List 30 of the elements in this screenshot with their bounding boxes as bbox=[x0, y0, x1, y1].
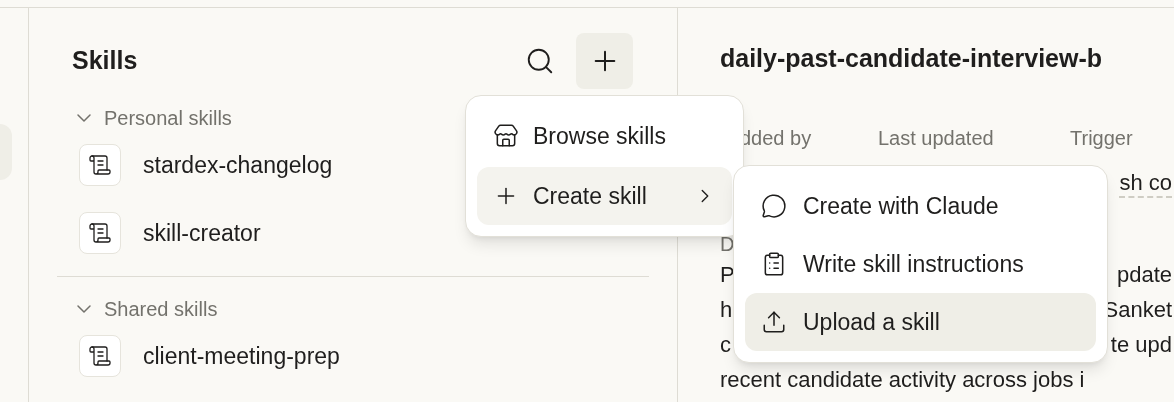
description-text: recent candidate activity across jobs i bbox=[720, 366, 1085, 394]
skill-name[interactable]: skill-creator bbox=[143, 215, 261, 251]
section-header[interactable]: Personal skills bbox=[57, 100, 232, 136]
skill-name[interactable]: stardex-changelog bbox=[143, 147, 333, 183]
scroll-icon bbox=[79, 144, 121, 186]
skill-title: daily-past-candidate-interview-b bbox=[720, 43, 1104, 74]
section-header[interactable]: Shared skills bbox=[57, 291, 218, 327]
meta-label: Last updated bbox=[878, 126, 995, 151]
add-button[interactable] bbox=[576, 33, 633, 89]
description-text: pdate bbox=[1116, 261, 1173, 289]
description-text: h bbox=[720, 296, 733, 324]
upload-icon bbox=[761, 309, 787, 335]
menu-item[interactable]: Create with Claude bbox=[745, 177, 1096, 235]
description-text: c bbox=[720, 331, 731, 359]
description-label: D bbox=[720, 232, 736, 257]
menu-item[interactable]: Browse skills bbox=[477, 107, 732, 165]
menu-item[interactable]: Create skill bbox=[477, 167, 732, 225]
menu-item[interactable]: Write skill instructions bbox=[745, 235, 1096, 293]
description-text: te upd bbox=[1110, 331, 1173, 359]
description-text: P bbox=[720, 261, 735, 289]
menu-item[interactable]: Upload a skill bbox=[745, 293, 1096, 351]
meta-label: Trigger bbox=[1070, 126, 1133, 151]
trigger-value: sh co bbox=[1119, 166, 1172, 198]
skill-name[interactable]: client-meeting-prep bbox=[143, 338, 340, 374]
panel-title: Skills bbox=[72, 45, 138, 77]
search-icon bbox=[525, 46, 555, 76]
chat-bubble-icon bbox=[761, 193, 787, 219]
scroll-icon bbox=[79, 212, 121, 254]
scroll-icon bbox=[79, 335, 121, 377]
store-icon bbox=[493, 123, 519, 149]
